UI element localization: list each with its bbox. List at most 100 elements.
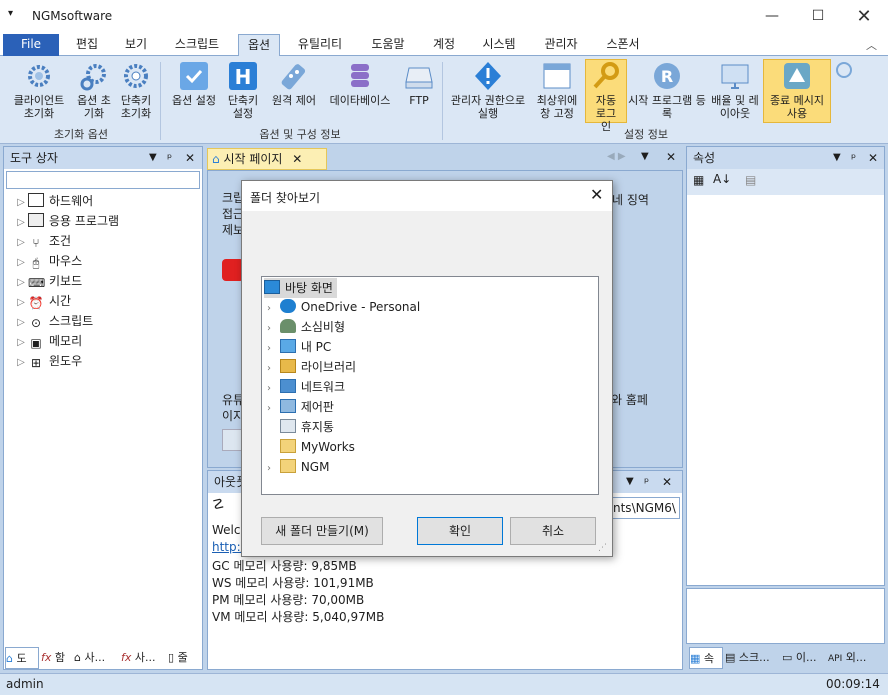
scroll-left-icon[interactable]: ◀ ▶ <box>607 151 626 162</box>
dropdown-icon[interactable]: ▼ <box>149 147 157 169</box>
reset-client-button[interactable]: 클라이언트 초기화 <box>6 60 72 120</box>
close-icon[interactable]: ✕ <box>666 150 676 164</box>
cloud-icon <box>279 299 296 313</box>
tab-functions[interactable]: fx 함 <box>41 647 73 669</box>
message-icon <box>781 60 813 92</box>
menu-file[interactable]: File <box>3 34 59 56</box>
reset-options-button[interactable]: 옵션 초기화 <box>72 60 116 120</box>
database-button[interactable]: 데이타베이스 <box>322 60 398 107</box>
folder-tree[interactable]: 바탕 화면 › OneDrive - Personal › 소심비형 › 내 P… <box>261 276 599 495</box>
output-path-field[interactable]: nts\NGM6\ <box>612 497 680 519</box>
menu-system[interactable]: 시스템 <box>474 34 524 56</box>
tree-node-ngm[interactable]: › NGM <box>262 457 329 477</box>
auto-login-button[interactable]: 자동 로그인 <box>585 59 627 133</box>
registry-icon: R <box>651 60 683 92</box>
tree-node-this-pc[interactable]: › 내 PC <box>262 337 331 357</box>
tree-node-desktop[interactable]: 바탕 화면 <box>264 278 337 298</box>
home-icon: ⌂ <box>212 152 220 166</box>
tree-item-script[interactable]: ▷ ⊙ 스크립트 <box>14 311 93 331</box>
tab-external[interactable]: API 외... <box>828 647 882 669</box>
pin-icon[interactable]: ᵖ <box>167 147 172 169</box>
tab-user[interactable]: ⌂ 사... <box>74 647 118 669</box>
startup-register-button[interactable]: R 시작 프로그램 등록 <box>627 60 707 120</box>
pc-icon <box>279 339 296 353</box>
tab-user-functions[interactable]: fx 사... <box>121 647 167 669</box>
scale-layout-button[interactable]: 배율 및 레이아웃 <box>708 60 762 120</box>
tab-script-explorer[interactable]: ▤ 스크... <box>725 647 779 669</box>
remote-control-button[interactable]: 원격 제어 <box>266 60 322 107</box>
cancel-button[interactable]: 취소 <box>510 517 596 545</box>
properties-title: 속성 <box>693 151 716 165</box>
menu-edit[interactable]: 편집 <box>64 34 110 56</box>
ribbon-separator <box>442 62 443 140</box>
output-link[interactable]: http:/ <box>212 540 245 554</box>
maximize-button[interactable]: ☐ <box>795 0 841 32</box>
start-page-button[interactable] <box>222 429 242 451</box>
tab-lines[interactable]: ▯ 줄 <box>168 647 202 669</box>
shortcut-settings-button[interactable]: H 단축키 설정 <box>222 60 264 120</box>
dropdown-icon[interactable]: ▼ <box>833 147 841 169</box>
close-icon[interactable]: ✕ <box>662 471 672 493</box>
tree-item-application[interactable]: ▷ 응용 프로그램 <box>14 211 119 231</box>
resize-grip-icon[interactable]: ⋰ <box>598 543 607 553</box>
tree-node-myworks[interactable]: MyWorks <box>262 437 355 457</box>
sort-alpha-icon[interactable]: A↓ <box>713 172 731 186</box>
dropdown-icon[interactable]: ▼ <box>641 151 649 162</box>
tree-item-time[interactable]: ▷ ⏰ 시간 <box>14 291 71 311</box>
exit-message-button[interactable]: 종료 메시지 사용 <box>763 59 831 123</box>
app-title: NGMsoftware <box>32 9 113 23</box>
tab-label: 도 <box>16 652 27 665</box>
minimize-button[interactable]: — <box>749 0 795 32</box>
option-settings-button[interactable]: 옵션 설정 <box>166 60 222 107</box>
tree-item-memory[interactable]: ▷ ▣ 메모리 <box>14 331 82 351</box>
tree-node-libraries[interactable]: › 라이브러리 <box>262 357 356 377</box>
new-folder-button[interactable]: 새 폴더 만들기(M) <box>261 517 383 545</box>
close-icon[interactable]: ✕ <box>185 147 195 169</box>
menu-options[interactable]: 옵션 <box>238 34 280 56</box>
tree-item-keyboard[interactable]: ▷ ⌨ 키보드 <box>14 271 82 291</box>
close-icon[interactable]: ✕ <box>868 147 878 169</box>
tab-images[interactable]: ▭ 이... <box>782 647 824 669</box>
close-tab-icon[interactable]: ✕ <box>292 152 302 166</box>
tree-node-user[interactable]: › 소심비형 <box>262 317 345 337</box>
tree-node-network[interactable]: › 네트워크 <box>262 377 345 397</box>
tree-node-recycle-bin[interactable]: 휴지통 <box>262 417 334 437</box>
run-as-admin-button[interactable]: 관리자 권한으로 실행 <box>446 60 530 120</box>
branch-icon: ⑂ <box>32 236 40 250</box>
gear-icon <box>120 60 152 92</box>
pin-icon[interactable]: ᵖ <box>851 147 856 169</box>
menu-admin[interactable]: 관리자 <box>534 34 588 56</box>
menu-help[interactable]: 도움말 <box>362 34 414 56</box>
menu-view[interactable]: 보기 <box>114 34 158 56</box>
tree-item-window[interactable]: ▷ ⊞ 윈도우 <box>14 351 82 371</box>
toolbox-search-input[interactable] <box>6 171 200 189</box>
refresh-icon[interactable] <box>836 62 852 78</box>
menu-sponsor[interactable]: 스폰서 <box>596 34 650 56</box>
ok-button[interactable]: 확인 <box>417 517 503 545</box>
dialog-close-button[interactable]: ✕ <box>590 185 603 204</box>
menu-account[interactable]: 계정 <box>424 34 464 56</box>
tree-item-mouse[interactable]: ▷ 🖰 마우스 <box>14 251 82 271</box>
categorized-icon[interactable]: ▦ <box>693 173 704 187</box>
tree-node-control-panel[interactable]: › 제어판 <box>262 397 334 417</box>
close-button[interactable]: ✕ <box>841 0 887 32</box>
clear-output-icon[interactable]: ☡ <box>212 497 225 513</box>
reset-shortcuts-button[interactable]: 단축키 초기화 <box>116 60 156 120</box>
tree-item-hardware[interactable]: ▷ 하드웨어 <box>14 191 93 211</box>
always-on-top-button[interactable]: 최상위에 창 고정 <box>530 60 584 120</box>
tab-toolbox[interactable]: ⌂ 도 <box>5 647 39 669</box>
property-pages-icon[interactable]: ▤ <box>745 173 756 187</box>
menu-utility[interactable]: 유틸리티 <box>288 34 352 56</box>
system-menu-icon[interactable]: ▾ <box>8 8 13 19</box>
control-panel-icon <box>279 399 296 413</box>
tab-start-page[interactable]: ⌂ 시작 페이지 ✕ <box>207 148 327 170</box>
tab-properties[interactable]: ▦ 속 <box>689 647 723 669</box>
menu-script[interactable]: 스크립트 <box>164 34 230 56</box>
ftp-button[interactable]: FTP <box>400 60 438 107</box>
tree-node-onedrive[interactable]: › OneDrive - Personal <box>262 297 420 317</box>
pin-icon[interactable]: ᵖ <box>644 471 649 493</box>
tree-item-condition[interactable]: ▷ ⑂ 조건 <box>14 231 71 251</box>
dropdown-icon[interactable]: ▼ <box>626 471 634 493</box>
collapse-ribbon-icon[interactable]: ︿ <box>866 37 877 53</box>
ftp-drive-icon <box>403 60 435 92</box>
